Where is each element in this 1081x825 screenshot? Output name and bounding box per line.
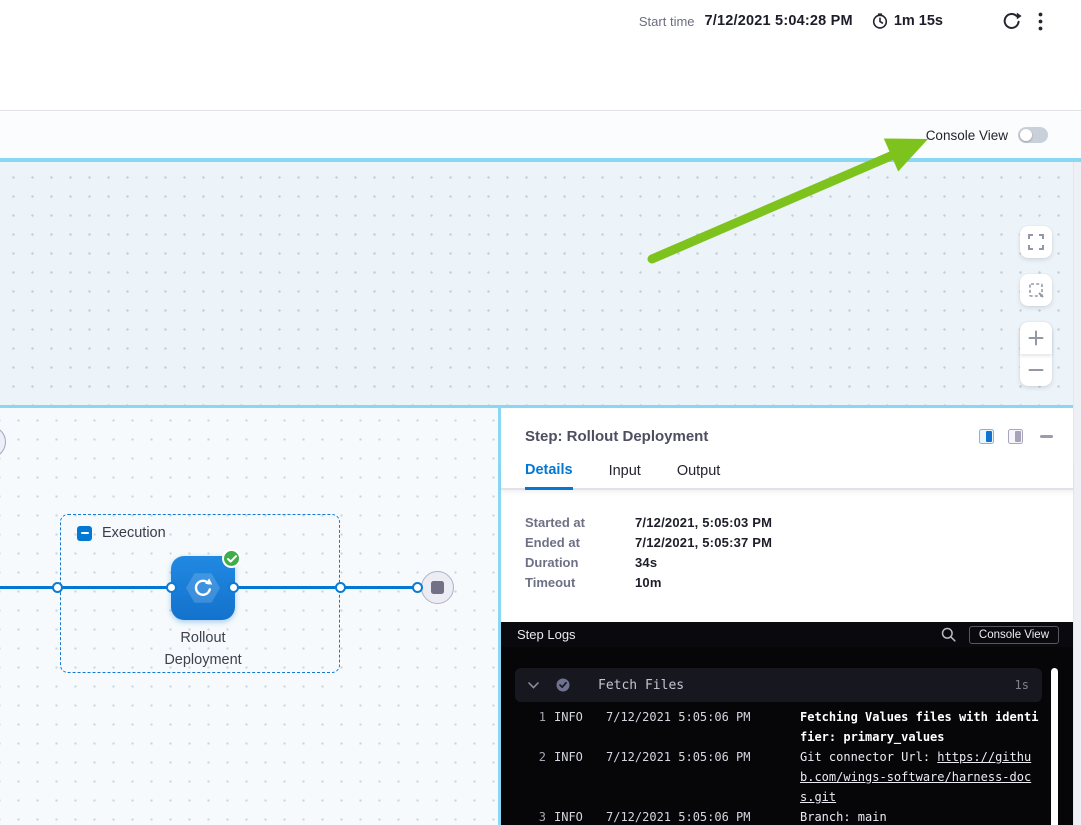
step-detail-list: Started at 7/12/2021, 5:05:03 PM Ended a… — [501, 490, 1073, 593]
fullscreen-icon — [1028, 234, 1044, 250]
page-header: Start time 7/12/2021 5:04:28 PM 1m 15s — [0, 0, 1081, 111]
edge-port — [166, 582, 177, 593]
detail-row: Ended at 7/12/2021, 5:05:37 PM — [525, 533, 1073, 553]
log-level: INFO — [554, 707, 598, 727]
log-level: INFO — [554, 747, 598, 767]
stop-icon — [431, 581, 444, 594]
end-node[interactable] — [421, 571, 454, 604]
start-time-label: Start time — [639, 14, 695, 29]
success-badge-icon — [222, 549, 241, 568]
log-message-text: Git connector Url: — [800, 750, 937, 764]
rollout-step-icon — [184, 569, 222, 607]
check-circle-icon — [556, 678, 570, 692]
detail-label: Ended at — [525, 533, 635, 553]
edge-port — [335, 582, 346, 593]
fullscreen-button[interactable] — [1020, 226, 1052, 258]
detail-row: Timeout 10m — [525, 573, 1073, 593]
console-view-label: Console View — [926, 128, 1008, 143]
zoom-controls — [1020, 322, 1052, 386]
log-section-title: Fetch Files — [598, 678, 684, 693]
detail-label: Duration — [525, 553, 635, 573]
log-line-number: 3 — [525, 807, 546, 825]
zoom-in-icon — [1028, 330, 1044, 346]
tab-input[interactable]: Input — [609, 462, 641, 488]
log-line: 3 INFO 7/12/2021 5:05:06 PM Branch: main — [501, 807, 1073, 825]
detail-row: Started at 7/12/2021, 5:05:03 PM — [525, 513, 1073, 533]
log-line: 1 INFO 7/12/2021 5:05:06 PM Fetching Val… — [501, 707, 1073, 747]
refresh-button[interactable] — [1001, 11, 1022, 32]
log-line-number: 2 — [525, 747, 546, 767]
fit-view-icon — [1028, 282, 1045, 299]
start-time-value: 7/12/2021 5:04:28 PM — [705, 13, 853, 29]
step-logs-title: Step Logs — [517, 627, 576, 642]
console-view-button[interactable]: Console View — [969, 626, 1059, 644]
zoom-out-button[interactable] — [1020, 354, 1052, 386]
panel-view-icon[interactable] — [1008, 429, 1023, 444]
detail-label: Timeout — [525, 573, 635, 593]
edge-port — [228, 582, 239, 593]
log-viewer[interactable]: Fetch Files 1s 1 INFO 7/12/2021 5:05:06 … — [501, 647, 1073, 825]
tab-details[interactable]: Details — [525, 462, 573, 490]
execution-meta: Start time 7/12/2021 5:04:28 PM 1m 15s — [639, 9, 1043, 33]
console-view-toggle[interactable] — [1018, 127, 1048, 143]
log-message: Branch: main — [800, 807, 1040, 825]
edge-port — [412, 582, 423, 593]
tab-output[interactable]: Output — [677, 462, 721, 488]
execution-group-label: Execution — [102, 525, 166, 541]
detail-value: 10m — [635, 573, 662, 593]
rollout-deployment-node[interactable] — [171, 556, 235, 620]
log-section-duration: 1s — [1015, 678, 1029, 692]
log-line: 2 INFO 7/12/2021 5:05:06 PM Git connecto… — [501, 747, 1073, 807]
log-level: INFO — [554, 807, 598, 825]
elapsed-time: 1m 15s — [894, 13, 943, 29]
minimize-icon[interactable] — [1040, 435, 1053, 438]
detail-value: 34s — [635, 553, 657, 573]
log-scrollbar[interactable] — [1051, 668, 1058, 825]
search-icon[interactable] — [941, 627, 956, 642]
log-line-number: 1 — [525, 707, 546, 727]
edge-port — [52, 582, 63, 593]
detail-value: 7/12/2021, 5:05:37 PM — [635, 533, 772, 553]
log-timestamp: 7/12/2021 5:05:06 PM — [606, 747, 758, 767]
split-view-icon[interactable] — [979, 429, 994, 444]
page-scrollbar[interactable] — [1073, 162, 1081, 825]
panel-tabs: Details Input Output — [501, 462, 1073, 490]
log-message: Git connector Url: https://github.com/wi… — [800, 747, 1040, 807]
step-details-panel: Step: Rollout Deployment Details Input O… — [501, 408, 1073, 825]
zoom-out-icon — [1028, 362, 1044, 378]
kebab-menu-icon[interactable] — [1038, 12, 1043, 31]
panel-title: Step: Rollout Deployment — [525, 428, 708, 445]
detail-row: Duration 34s — [525, 553, 1073, 573]
fit-view-button[interactable] — [1020, 274, 1052, 306]
chevron-down-icon — [528, 682, 539, 689]
log-message: Fetching Values files with identifier: p… — [800, 707, 1040, 747]
step-logs-section: Step Logs Console View — [501, 622, 1073, 825]
execution-workspace: Execution Rollout Deployment — [0, 408, 1073, 825]
detail-label: Started at — [525, 513, 635, 533]
clock-icon — [871, 12, 889, 30]
log-timestamp: 7/12/2021 5:05:06 PM — [606, 807, 758, 825]
log-lines: 1 INFO 7/12/2021 5:05:06 PM Fetching Val… — [501, 707, 1073, 825]
zoom-in-button[interactable] — [1020, 322, 1052, 354]
log-timestamp: 7/12/2021 5:05:06 PM — [606, 707, 758, 727]
detail-value: 7/12/2021, 5:05:03 PM — [635, 513, 772, 533]
collapse-group-button[interactable] — [77, 526, 92, 541]
step-logs-header: Step Logs Console View — [501, 622, 1073, 647]
log-section-fetch-files[interactable]: Fetch Files 1s — [515, 668, 1042, 702]
pipeline-canvas[interactable] — [0, 162, 1073, 405]
execution-graph-canvas[interactable]: Execution Rollout Deployment — [0, 408, 501, 825]
console-toggle-bar: Console View — [0, 112, 1081, 158]
offscreen-node — [0, 426, 6, 458]
